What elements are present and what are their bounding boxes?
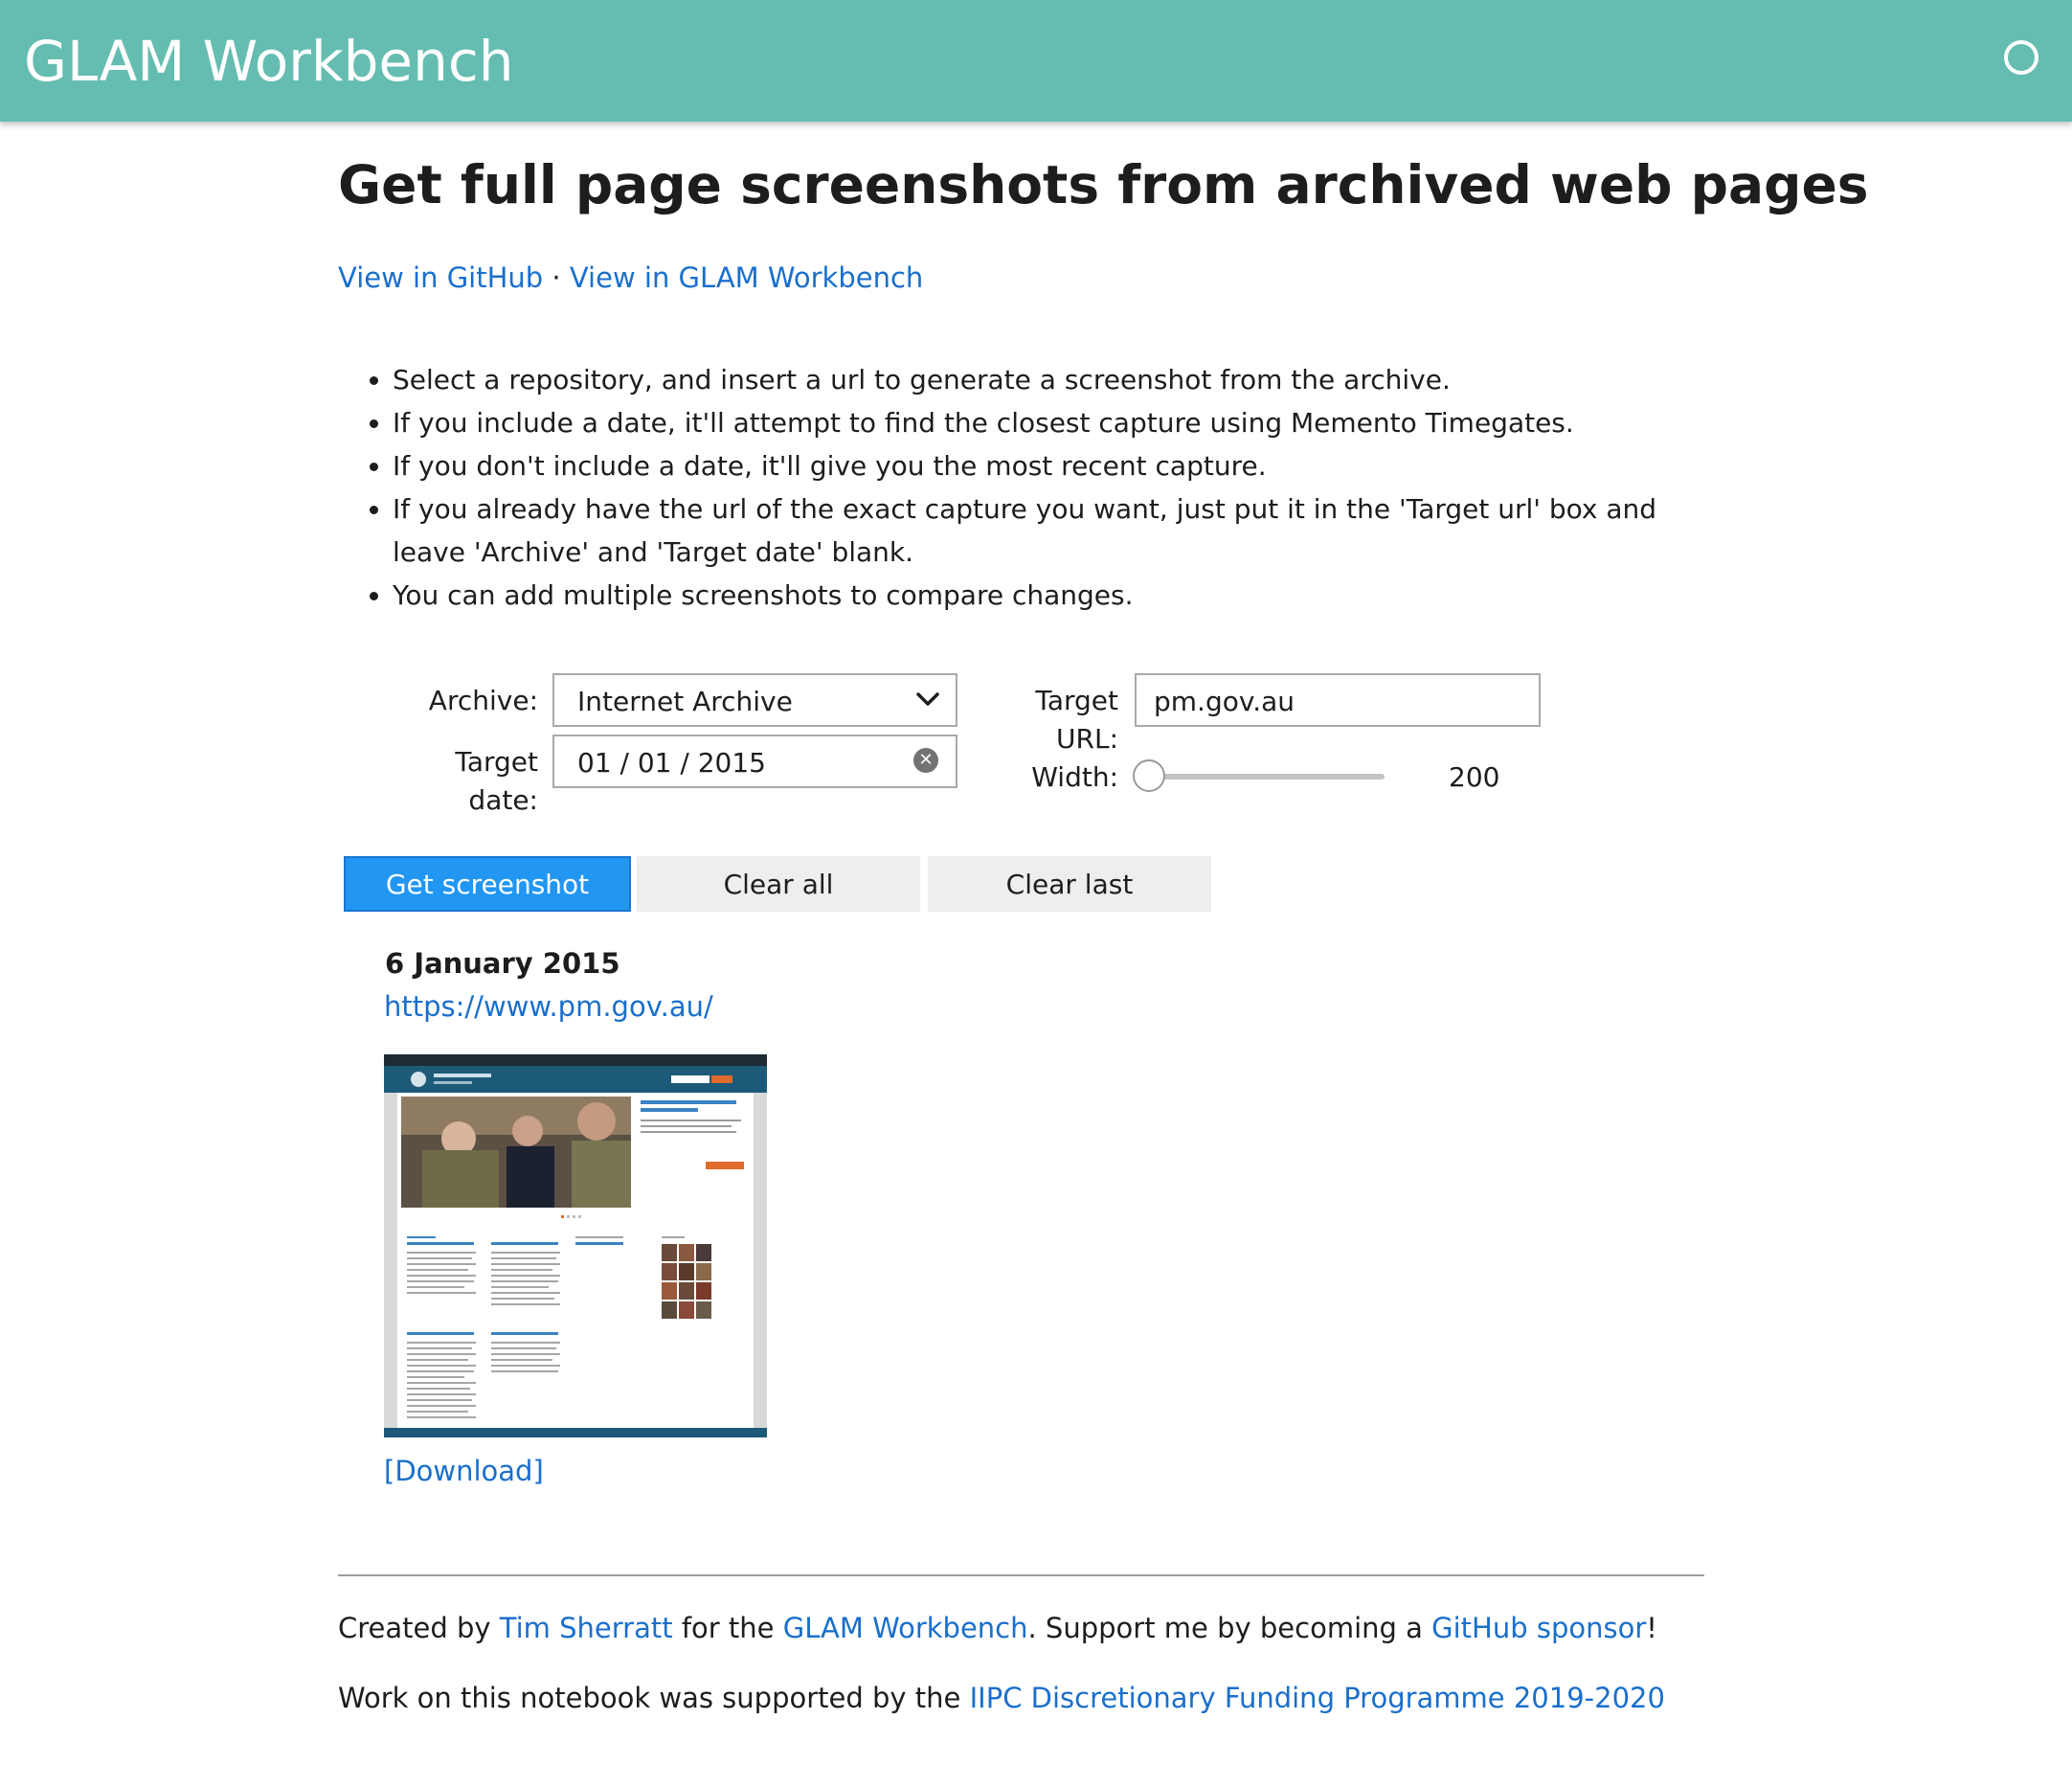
brand-title[interactable]: GLAM Workbench (24, 27, 514, 96)
download-link[interactable]: [Download] (384, 1452, 544, 1490)
target-date-label: Target date: (455, 746, 538, 816)
glam-workbench-link[interactable]: GLAM Workbench (783, 1612, 1028, 1644)
chevron-down-icon (916, 692, 939, 706)
kernel-status-circle-icon (2004, 40, 2038, 75)
width-slider-handle[interactable] (1133, 759, 1165, 792)
instructions-list: Select a repository, and insert a url to… (340, 358, 1714, 617)
footer-text: ! (1646, 1612, 1657, 1644)
view-in-glam-workbench-link[interactable]: View in GLAM Workbench (570, 261, 923, 294)
target-url-input[interactable]: pm.gov.au (1135, 673, 1541, 727)
width-slider-value: 200 (1449, 761, 1500, 793)
archive-label: Archive: (428, 685, 538, 716)
instruction-item: If you include a date, it'll attempt to … (393, 401, 1714, 444)
footer-text: for the (672, 1612, 783, 1644)
page-title: Get full page screenshots from archived … (338, 154, 1869, 215)
clear-last-button[interactable]: Clear last (928, 856, 1211, 912)
width-label: Width: (1031, 761, 1118, 793)
footer-text: Work on this notebook was supported by t… (338, 1682, 970, 1714)
footer-funding: Work on this notebook was supported by t… (338, 1679, 1665, 1717)
archive-select-value: Internet Archive (577, 686, 793, 717)
github-sponsor-link[interactable]: GitHub sponsor (1431, 1612, 1646, 1644)
links-separator: · (543, 261, 570, 294)
clear-icon[interactable]: ✕ (913, 748, 938, 773)
screenshot-thumbnail[interactable] (384, 1054, 767, 1437)
capture-date: 6 January 2015 (385, 947, 620, 980)
target-date-value: 01 / 01 / 2015 (577, 747, 766, 779)
target-date-input[interactable]: 01 / 01 / 2015 ✕ (552, 735, 957, 788)
screenshot-thumbnail-image (384, 1054, 767, 1437)
capture-url-link[interactable]: https://www.pm.gov.au/ (384, 987, 713, 1026)
instruction-item: If you don't include a date, it'll give … (393, 444, 1714, 487)
get-screenshot-button[interactable]: Get screenshot (344, 856, 631, 912)
top-bar: GLAM Workbench (0, 0, 2072, 122)
instruction-item: If you already have the url of the exact… (393, 487, 1714, 574)
view-in-github-link[interactable]: View in GitHub (338, 261, 543, 294)
source-links: View in GitHub · View in GLAM Workbench (338, 259, 923, 297)
footer-text: . Support me by becoming a (1027, 1612, 1432, 1644)
target-url-label: Target URL: (1035, 685, 1118, 755)
iipc-funding-link[interactable]: IIPC Discretionary Funding Programme 201… (970, 1682, 1665, 1714)
footer-divider (338, 1574, 1704, 1576)
instruction-item: You can add multiple screenshots to comp… (393, 574, 1714, 617)
author-link[interactable]: Tim Sherratt (500, 1612, 673, 1644)
footer-credits: Created by Tim Sherratt for the GLAM Wor… (338, 1609, 1657, 1647)
clear-all-button[interactable]: Clear all (637, 856, 920, 912)
archive-select[interactable]: Internet Archive (552, 673, 957, 727)
instruction-item: Select a repository, and insert a url to… (393, 358, 1714, 401)
footer-text: Created by (338, 1612, 500, 1644)
width-slider-track[interactable] (1145, 774, 1385, 780)
target-url-value: pm.gov.au (1154, 686, 1295, 717)
